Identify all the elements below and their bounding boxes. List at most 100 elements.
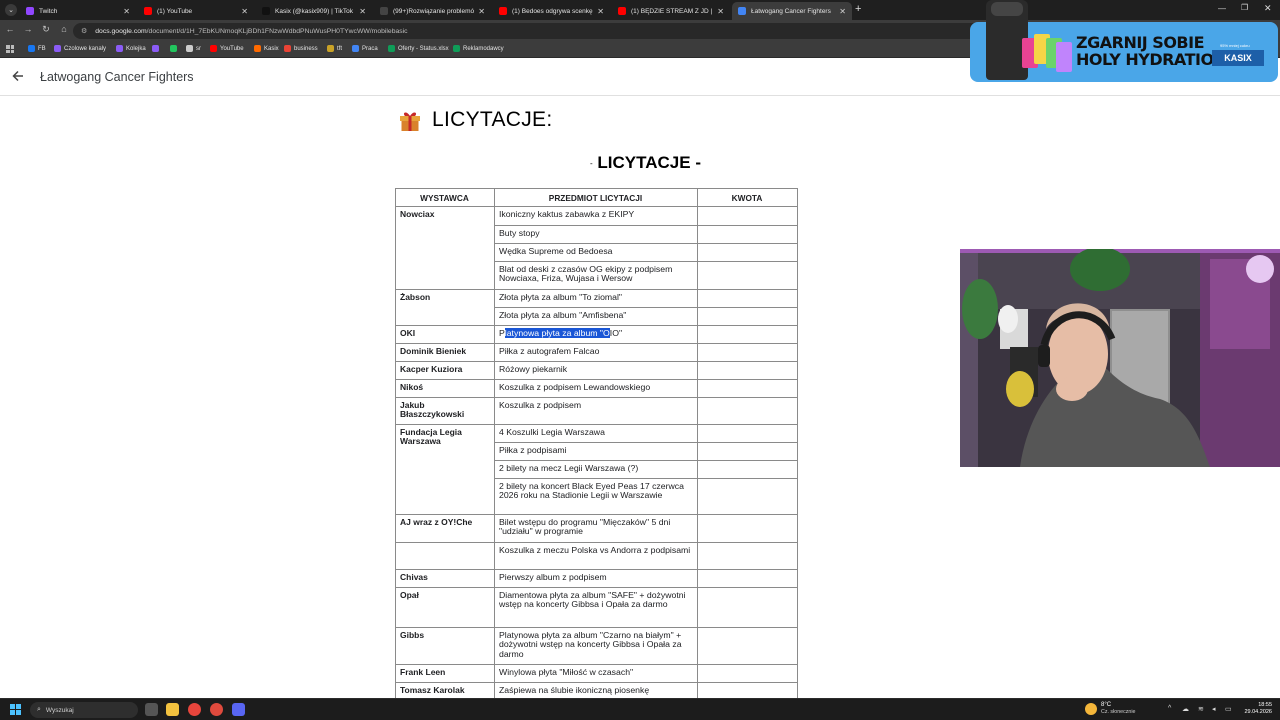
document-heading: LICYTACJE: [398,108,552,132]
amount-cell[interactable] [697,442,798,461]
amount-cell[interactable] [697,478,798,515]
amount-cell[interactable] [697,397,798,425]
tab-close-icon[interactable]: ✕ [241,7,248,16]
tab-favicon-icon [26,7,34,15]
amount-cell[interactable] [697,225,798,244]
header-item: PRZEDMIOT LICYTACJI [494,188,698,207]
bookmark-item[interactable]: Praca [352,45,378,52]
back-nav-icon[interactable]: ← [4,24,16,34]
wifi-icon[interactable]: ≋ [1198,705,1204,713]
site-info-icon[interactable]: ⚙ [81,27,87,35]
arrow-back-icon[interactable] [10,68,26,84]
browser-tab[interactable]: Twitch ✕ [20,2,136,20]
table-row: Żabson Złota płyta za album "To ziomal" [395,289,798,326]
amount-cell[interactable] [697,289,798,308]
item-cell-selected[interactable]: Platynowa płyta za album "OIO" [494,325,698,344]
amount-cell[interactable] [697,587,798,628]
home-icon[interactable]: ⌂ [58,24,70,34]
amount-cell[interactable] [697,514,798,543]
bookmark-item[interactable]: business [284,45,318,52]
forward-nav-icon[interactable]: → [22,24,34,34]
browser-tab[interactable]: (1) Bedoes odgrywa scenkę z ci... ✕ [493,2,610,20]
exhibitor-cell: Frank Leen [395,664,495,683]
amount-cell[interactable] [697,243,798,262]
sponsor-headline-line1: ZGARNIJ SOBIE [1076,33,1205,52]
item-cell: Koszulka z podpisem [494,397,698,425]
apps-icon[interactable] [6,45,14,53]
task-view-icon[interactable] [145,703,158,716]
header-exhibitor: WYSTAWCA [395,188,495,207]
bookmark-item[interactable]: Kolejka [116,45,146,52]
browser-tab[interactable]: Łatwogang Cancer Fighters ✕ [732,2,852,20]
bookmark-item[interactable] [152,45,162,52]
tab-close-icon[interactable]: ✕ [123,7,130,16]
app-icon[interactable] [210,703,223,716]
amount-cell[interactable] [697,307,798,326]
bookmark-item[interactable]: sr [186,45,201,52]
network-icon[interactable]: ☁ [1182,705,1189,713]
bookmark-item[interactable]: Reklamodawcy [453,45,504,52]
reload-icon[interactable]: ↻ [40,24,52,35]
amount-cell[interactable] [697,325,798,344]
table-heading-text: LICYTACJE - [597,153,701,172]
windows-start-icon[interactable] [10,704,21,715]
amount-cell[interactable] [697,379,798,398]
item-cell: Zaśpiewa na ślubie ikoniczną piosenkę [494,682,698,698]
amount-cell[interactable] [697,460,798,479]
chevron-up-icon[interactable]: ^ [1168,705,1171,712]
chrome-icon[interactable] [188,703,201,716]
exhibitor-cell: Chivas [395,569,495,588]
amount-cell[interactable] [697,206,798,226]
bookmark-item[interactable]: FB [28,45,46,52]
close-window-button[interactable]: ✕ [1264,3,1272,14]
amount-cell[interactable] [697,682,798,698]
browser-tab[interactable]: (1) YouTube ✕ [138,2,254,20]
new-tab-button[interactable]: + [855,3,861,15]
bookmark-item[interactable]: Kasix [254,45,279,52]
amount-cell[interactable] [697,261,798,290]
tab-close-icon[interactable]: ✕ [597,7,604,16]
file-explorer-icon[interactable] [166,703,179,716]
tab-title: Łatwogang Cancer Fighters [751,7,831,15]
tab-close-icon[interactable]: ✕ [359,7,366,16]
taskbar-search[interactable]: ⌕ Wyszukaj [30,702,138,718]
table-row: OKI Platynowa płyta za album "OIO" [395,325,798,344]
amount-cell[interactable] [697,569,798,588]
amount-cell[interactable] [697,542,798,570]
table-row: Jakub Błaszczykowski Koszulka z podpisem [395,397,798,425]
weather-widget[interactable]: 8°C Cz. słonecznie [1085,702,1135,716]
maximize-button[interactable]: ❐ [1241,3,1248,12]
amount-cell[interactable] [697,343,798,362]
item-cell: Koszulka z podpisem Lewandowskiego [494,379,698,398]
bookmark-item[interactable]: tft [327,45,342,52]
table-row: Gibbs Platynowa płyta za album "Czarno n… [395,627,798,665]
discord-icon[interactable] [232,703,245,716]
bookmark-label: sr [196,45,201,52]
tab-close-icon[interactable]: ✕ [839,7,846,16]
tab-search-button[interactable]: ⌄ [5,4,17,16]
minimize-button[interactable]: — [1218,4,1226,13]
clock-date: 29.04.2026 [1244,709,1272,715]
amount-cell[interactable] [697,664,798,683]
tab-title: (1) Bedoes odgrywa scenkę z ci... [512,7,593,15]
amount-cell[interactable] [697,627,798,665]
clock[interactable]: 18:55 29.04.2026 [1240,702,1272,716]
bookmark-item[interactable]: Oferty - Status.xlsx [388,45,449,52]
bookmark-item[interactable] [170,45,180,52]
volume-icon[interactable]: ◂ [1212,705,1216,713]
browser-tab[interactable]: (1) BĘDZIE STREAM Z JD | ZAG... ✕ [612,2,730,20]
table-row: Fundacja Legia Warszawa 4 Koszulki Legia… [395,424,798,515]
bookmark-item[interactable]: Czolowe kanaly [54,45,106,52]
item-cell: Platynowa płyta za album "Czarno na biał… [494,627,698,665]
browser-tab[interactable]: (99+)Rozwiązanie problemów z...✕ [374,2,491,20]
text-selection[interactable]: latynowa płyta za album "O [504,328,610,338]
bookmark-label: Praca [362,45,378,52]
item-cell: 4 Koszulki Legia Warszawa [494,424,698,443]
amount-cell[interactable] [697,361,798,380]
bookmark-item[interactable]: YouTube [210,45,244,52]
tab-close-icon[interactable]: ✕ [717,7,724,16]
amount-cell[interactable] [697,424,798,443]
tab-close-icon[interactable]: ✕ [478,7,485,16]
battery-icon[interactable]: ▭ [1225,705,1232,713]
browser-tab[interactable]: Kasix (@kasix909) | TikTok ✕ [256,2,372,20]
